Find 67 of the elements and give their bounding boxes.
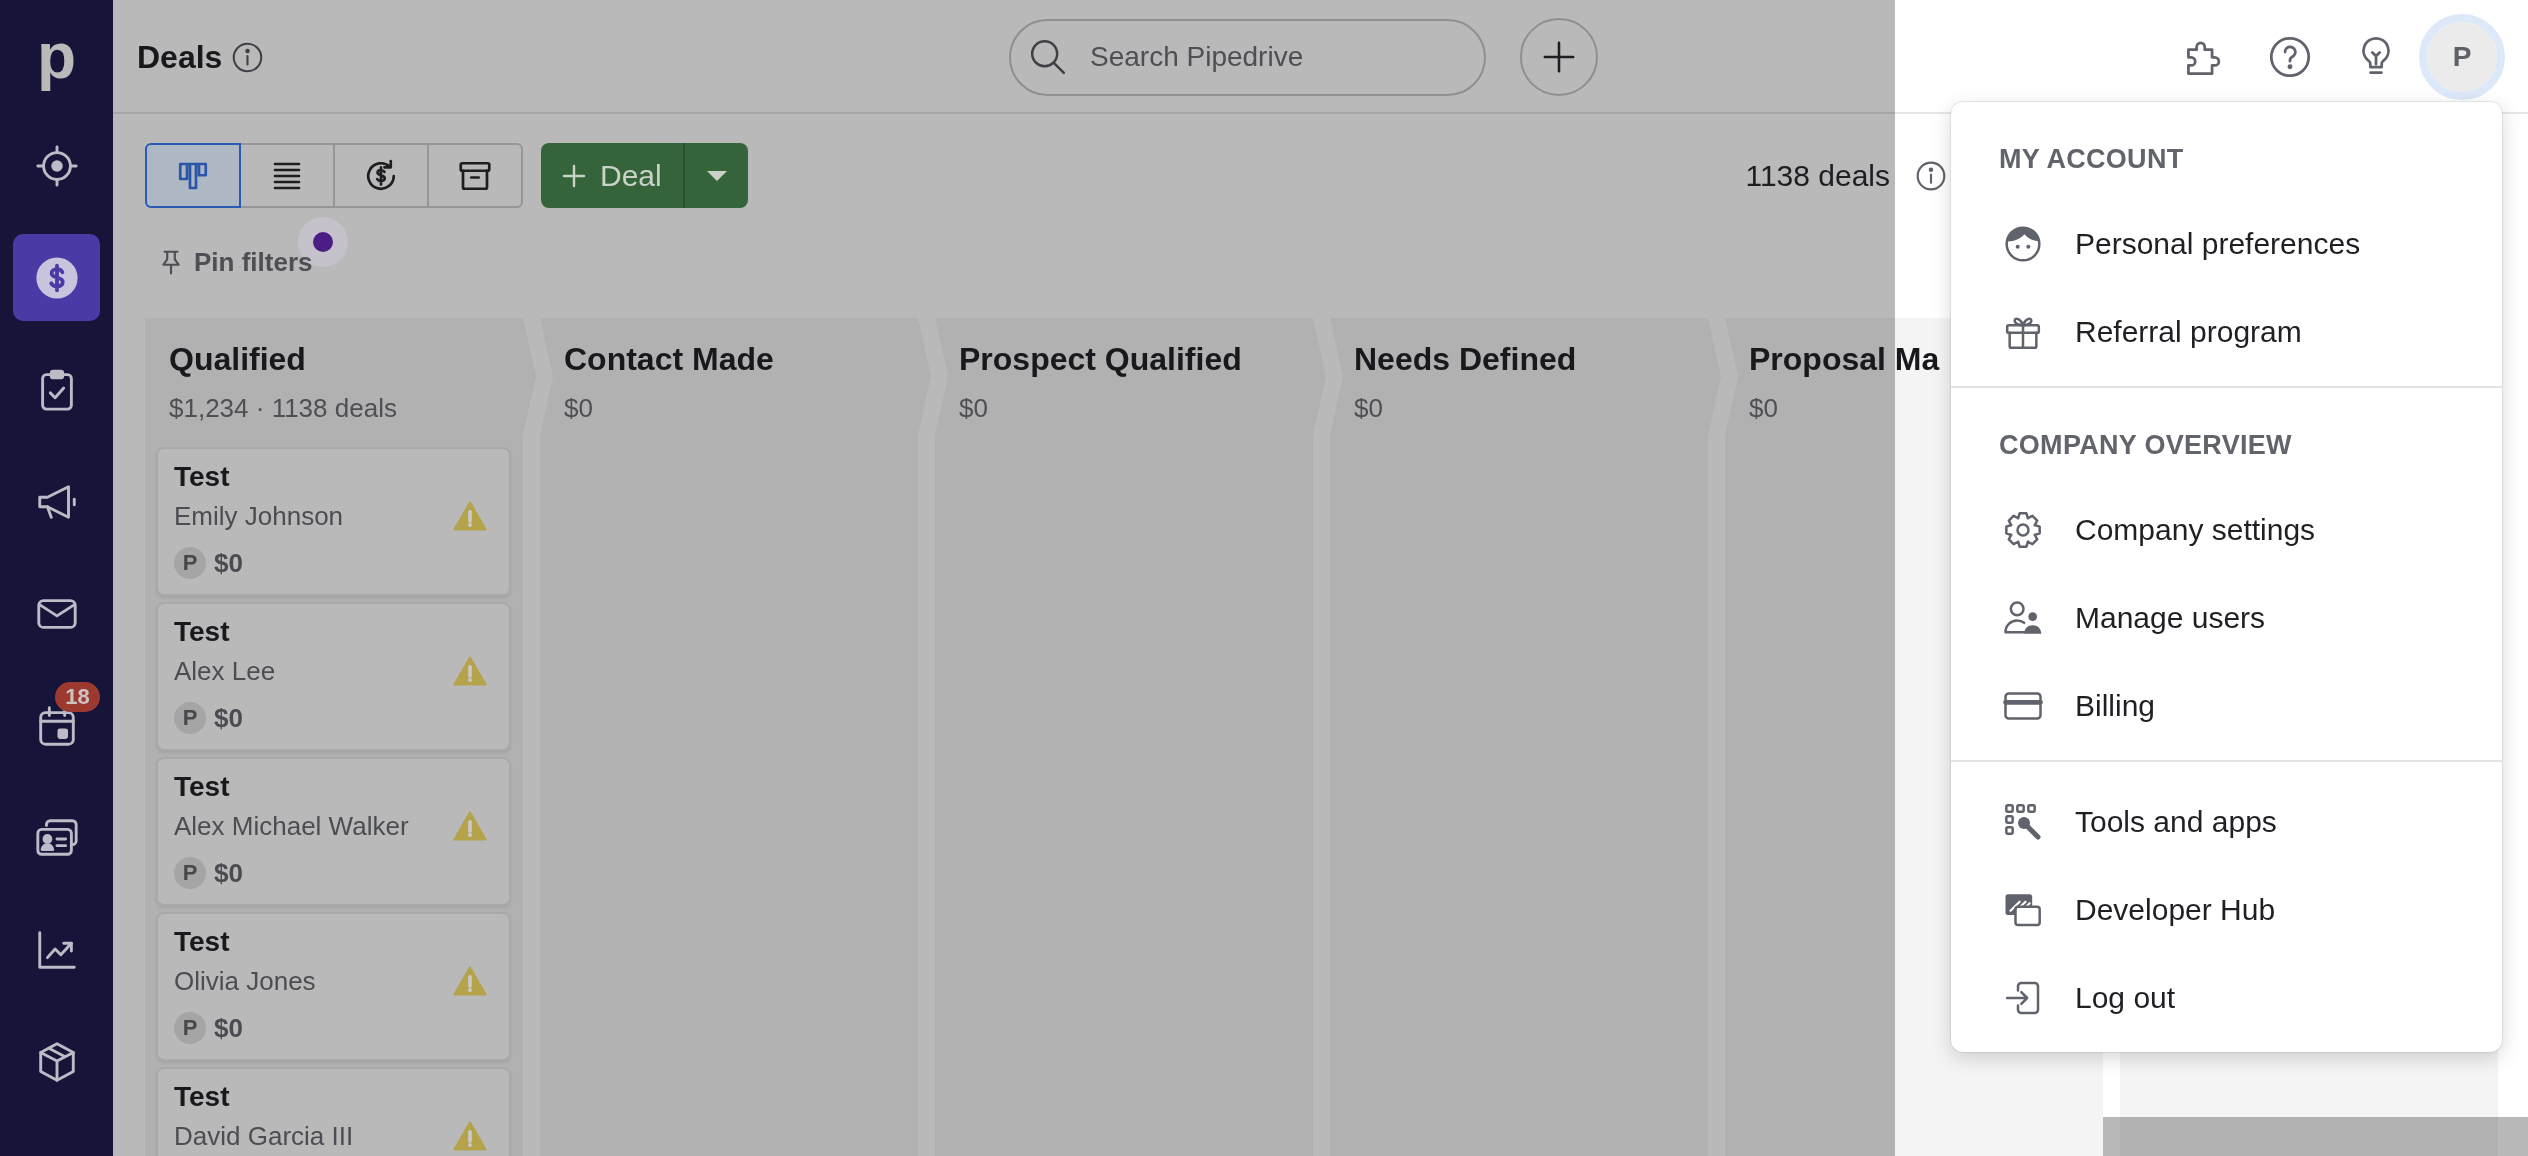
menu-item[interactable]: Tools and apps xyxy=(1951,778,2502,866)
owner-avatar: P xyxy=(174,857,206,889)
deal-card[interactable]: Test Emily Johnson P $0 xyxy=(156,447,511,596)
stage-title: Contact Made xyxy=(564,340,775,378)
contact-name: Alex Michael Walker xyxy=(174,812,409,840)
deal-card[interactable]: Test Alex Michael Walker P $0 xyxy=(156,757,511,906)
stage-title: Proposal Ma xyxy=(1749,340,1941,378)
plus-icon xyxy=(562,163,586,188)
section-heading: MY ACCOUNT xyxy=(1999,143,2184,175)
deal-value: $0 xyxy=(214,702,243,734)
dollar-icon xyxy=(33,254,80,301)
contact-name: Emily Johnson xyxy=(174,502,344,530)
view-toggle[interactable] xyxy=(239,143,335,208)
pin-filters-button[interactable]: Pin filters xyxy=(158,238,313,286)
deal-value: $0 xyxy=(214,1012,243,1044)
help-icon[interactable] xyxy=(2268,35,2312,79)
section-heading: COMPANY OVERVIEW xyxy=(1999,429,2292,461)
menu-item[interactable]: Log out xyxy=(1951,954,2502,1042)
menu-item[interactable]: Manage users xyxy=(1951,574,2502,662)
deal-value: $0 xyxy=(214,857,243,889)
add-deal-button[interactable]: Deal xyxy=(541,143,683,208)
stage-summary: $0 xyxy=(1749,393,1779,423)
deal-title: Test xyxy=(174,770,231,804)
owner-avatar: P xyxy=(174,702,206,734)
deal-title: Test xyxy=(174,615,231,649)
deal-card[interactable]: Test David Garcia III xyxy=(156,1067,511,1156)
deal-title: Test xyxy=(174,460,231,494)
search-field[interactable]: Search Pipedrive xyxy=(1009,18,1486,96)
contact-name: David Garcia III xyxy=(174,1122,354,1150)
menu-item[interactable]: Billing xyxy=(1951,662,2502,750)
caret-icon xyxy=(705,169,728,182)
stage-summary: $1,234 · 1138 deals xyxy=(169,393,398,423)
stage-title: Needs Defined xyxy=(1354,340,1578,378)
menu-item[interactable]: Referral program xyxy=(1951,288,2502,376)
deal-value: $0 xyxy=(214,547,243,579)
deal-count: 1138 deals xyxy=(1745,158,1890,193)
deal-title: Test xyxy=(174,925,231,959)
contact-name: Olivia Jones xyxy=(174,967,316,995)
deal-card[interactable]: Test Olivia Jones P $0 xyxy=(156,912,511,1061)
wrench-grid-icon xyxy=(2003,802,2043,842)
stage-title: Qualified xyxy=(169,340,307,378)
owner-avatar: P xyxy=(174,547,206,579)
menu-item[interactable]: Developer Hub xyxy=(1951,866,2502,954)
view-toggle[interactable] xyxy=(333,143,429,208)
settings-icon xyxy=(2003,510,2043,550)
info-icon[interactable] xyxy=(231,40,265,74)
owner-avatar: P xyxy=(174,1012,206,1044)
nav-item[interactable]: 18 xyxy=(13,682,100,769)
contact-name: Alex Lee xyxy=(174,657,276,685)
plus-icon xyxy=(1542,40,1576,74)
stage-summary: $0 xyxy=(959,393,989,423)
view-toggle[interactable] xyxy=(427,143,523,208)
count-badge: 18 xyxy=(55,682,100,712)
stage-summary: $0 xyxy=(1354,393,1384,423)
face-icon xyxy=(2003,224,2043,264)
deal-card[interactable]: Test Alex Lee P $0 xyxy=(156,602,511,751)
nav-item[interactable] xyxy=(13,234,100,321)
info-icon[interactable] xyxy=(1915,159,1947,192)
menu-item[interactable]: Personal preferences xyxy=(1951,200,2502,288)
menu-item[interactable]: Company settings xyxy=(1951,486,2502,574)
deal-title: Test xyxy=(174,1080,231,1114)
page-title: Deals xyxy=(137,38,223,76)
avatar-button[interactable]: P xyxy=(2419,14,2505,100)
stage-summary: $0 xyxy=(564,393,594,423)
view-toggle[interactable] xyxy=(145,143,241,208)
stage-title: Prospect Qualified xyxy=(959,340,1243,378)
dropdown-button[interactable] xyxy=(683,143,748,208)
